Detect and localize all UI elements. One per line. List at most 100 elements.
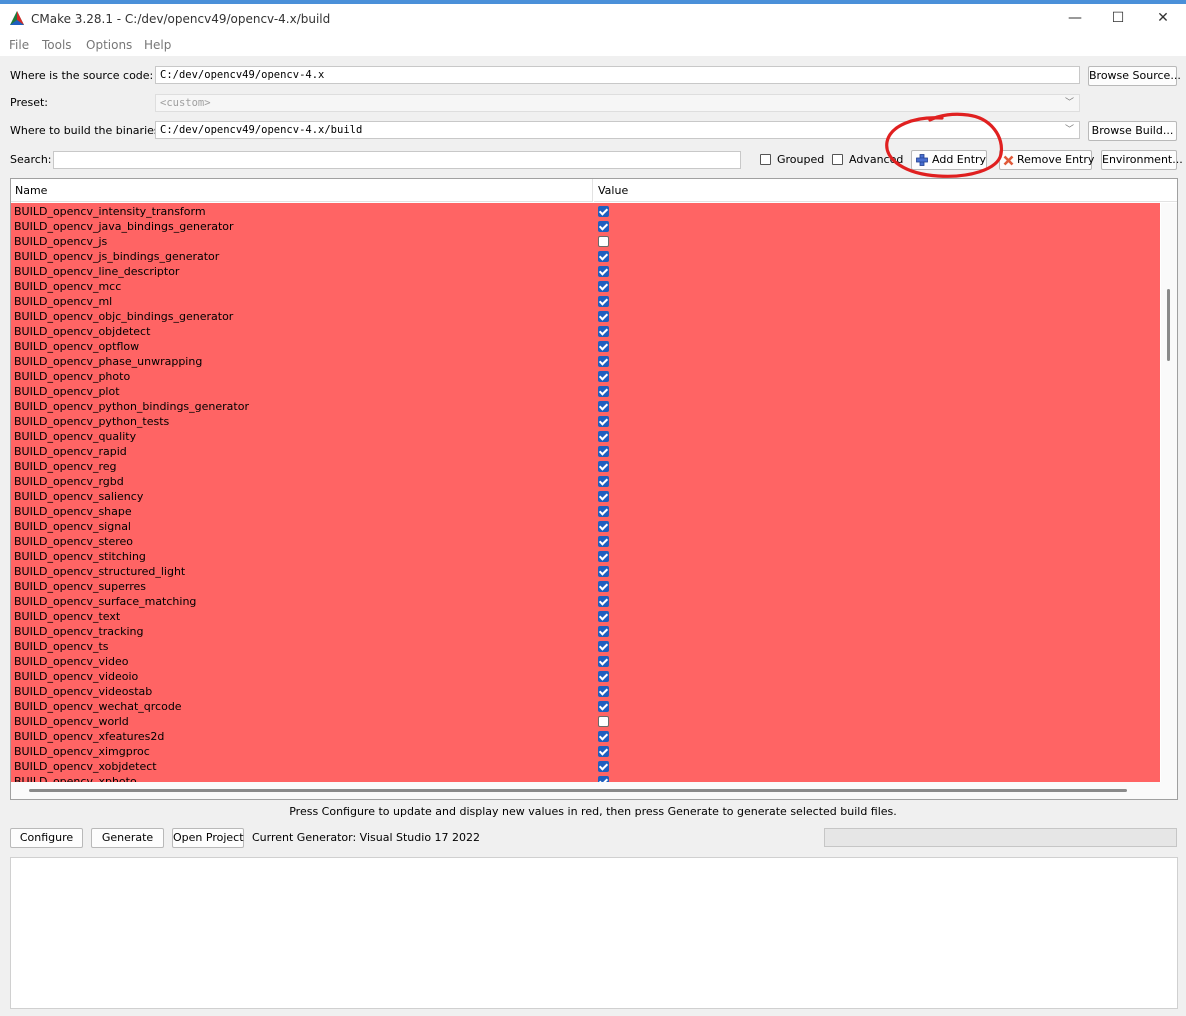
menu-options[interactable]: Options [86,38,132,52]
table-row[interactable]: BUILD_opencv_intensity_transform [11,204,1160,219]
table-row[interactable]: BUILD_opencv_phase_unwrapping [11,354,1160,369]
horizontal-scrollbar[interactable] [11,782,1177,799]
remove-entry-button[interactable]: Remove Entry [999,150,1094,170]
entry-value-checkbox[interactable] [598,536,609,547]
table-row[interactable]: BUILD_opencv_video [11,654,1160,669]
grouped-checkbox[interactable] [760,154,771,165]
entry-value-checkbox[interactable] [598,446,609,457]
vertical-scrollbar[interactable] [1161,203,1177,782]
entry-value-checkbox[interactable] [598,281,609,292]
entry-value-checkbox[interactable] [598,656,609,667]
menu-tools[interactable]: Tools [42,38,72,52]
entry-value-checkbox[interactable] [598,206,609,217]
entry-value-checkbox[interactable] [598,551,609,562]
browse-source-button[interactable]: Browse Source... [1088,66,1181,86]
entry-value-checkbox[interactable] [598,506,609,517]
table-row[interactable]: BUILD_opencv_java_bindings_generator [11,219,1160,234]
table-row[interactable]: BUILD_opencv_superres [11,579,1160,594]
table-row[interactable]: BUILD_opencv_mcc [11,279,1160,294]
table-row[interactable]: BUILD_opencv_photo [11,369,1160,384]
table-row[interactable]: BUILD_opencv_js_bindings_generator [11,249,1160,264]
entry-value-checkbox[interactable] [598,326,609,337]
entry-value-checkbox[interactable] [598,251,609,262]
open-project-button[interactable]: Open Project [172,828,244,848]
table-row[interactable]: BUILD_opencv_objdetect [11,324,1160,339]
table-row[interactable]: BUILD_opencv_python_bindings_generator [11,399,1160,414]
entry-value-checkbox[interactable] [598,341,609,352]
table-row[interactable]: BUILD_opencv_xphoto [11,774,1160,782]
output-log[interactable] [10,857,1178,1009]
entry-value-checkbox[interactable] [598,746,609,757]
entry-value-checkbox[interactable] [598,626,609,637]
horizontal-scroll-thumb[interactable] [29,789,1127,792]
table-row[interactable]: BUILD_opencv_optflow [11,339,1160,354]
table-row[interactable]: BUILD_opencv_xfeatures2d [11,729,1160,744]
advanced-checkbox[interactable] [832,154,843,165]
entry-value-checkbox[interactable] [598,266,609,277]
table-row[interactable]: BUILD_opencv_stereo [11,534,1160,549]
table-row[interactable]: BUILD_opencv_tracking [11,624,1160,639]
entry-value-checkbox[interactable] [598,686,609,697]
menu-help[interactable]: Help [144,38,171,52]
entry-value-checkbox[interactable] [598,716,609,727]
entry-value-checkbox[interactable] [598,386,609,397]
column-header-name[interactable]: Name [11,179,593,202]
minimize-button[interactable]: — [1052,4,1098,32]
table-row[interactable]: BUILD_opencv_objc_bindings_generator [11,309,1160,324]
table-row[interactable]: BUILD_opencv_shape [11,504,1160,519]
entry-value-checkbox[interactable] [598,296,609,307]
browse-build-button[interactable]: Browse Build... [1088,121,1177,141]
entry-value-checkbox[interactable] [598,236,609,247]
entry-value-checkbox[interactable] [598,311,609,322]
table-row[interactable]: BUILD_opencv_structured_light [11,564,1160,579]
configure-button[interactable]: Configure [10,828,83,848]
entry-value-checkbox[interactable] [598,641,609,652]
table-row[interactable]: BUILD_opencv_text [11,609,1160,624]
entry-value-checkbox[interactable] [598,566,609,577]
table-row[interactable]: BUILD_opencv_signal [11,519,1160,534]
table-row[interactable]: BUILD_opencv_ts [11,639,1160,654]
entry-value-checkbox[interactable] [598,461,609,472]
menu-file[interactable]: File [9,38,29,52]
entry-value-checkbox[interactable] [598,221,609,232]
table-row[interactable]: BUILD_opencv_rapid [11,444,1160,459]
table-row[interactable]: BUILD_opencv_videoio [11,669,1160,684]
table-row[interactable]: BUILD_opencv_reg [11,459,1160,474]
add-entry-button[interactable]: Add Entry [911,150,987,170]
table-row[interactable]: BUILD_opencv_quality [11,429,1160,444]
entry-value-checkbox[interactable] [598,671,609,682]
table-row[interactable]: BUILD_opencv_ml [11,294,1160,309]
preset-select[interactable]: <custom> ﹀ [155,94,1080,112]
table-row[interactable]: BUILD_opencv_python_tests [11,414,1160,429]
table-row[interactable]: BUILD_opencv_saliency [11,489,1160,504]
table-row[interactable]: BUILD_opencv_ximgproc [11,744,1160,759]
entry-value-checkbox[interactable] [598,476,609,487]
column-header-value[interactable]: Value [594,179,1177,202]
table-row[interactable]: BUILD_opencv_xobjdetect [11,759,1160,774]
table-row[interactable]: BUILD_opencv_stitching [11,549,1160,564]
entry-value-checkbox[interactable] [598,371,609,382]
title-bar[interactable]: CMake 3.28.1 - C:/dev/opencv49/opencv-4.… [0,4,1186,32]
entry-value-checkbox[interactable] [598,596,609,607]
table-row[interactable]: BUILD_opencv_videostab [11,684,1160,699]
table-row[interactable]: BUILD_opencv_line_descriptor [11,264,1160,279]
environment-button[interactable]: Environment... [1101,150,1183,170]
entry-value-checkbox[interactable] [598,356,609,367]
table-row[interactable]: BUILD_opencv_wechat_qrcode [11,699,1160,714]
entry-value-checkbox[interactable] [598,581,609,592]
entry-value-checkbox[interactable] [598,401,609,412]
table-row[interactable]: BUILD_opencv_world [11,714,1160,729]
table-row[interactable]: BUILD_opencv_plot [11,384,1160,399]
entry-value-checkbox[interactable] [598,761,609,772]
build-path-combobox[interactable]: C:/dev/opencv49/opencv-4.x/build ﹀ [155,121,1080,139]
entry-value-checkbox[interactable] [598,521,609,532]
search-input[interactable] [53,151,741,169]
maximize-button[interactable]: ☐ [1095,4,1141,32]
entry-value-checkbox[interactable] [598,431,609,442]
entry-value-checkbox[interactable] [598,491,609,502]
entry-value-checkbox[interactable] [598,731,609,742]
close-button[interactable]: ✕ [1140,4,1186,32]
table-row[interactable]: BUILD_opencv_js [11,234,1160,249]
vertical-scroll-thumb[interactable] [1167,289,1170,361]
entry-value-checkbox[interactable] [598,611,609,622]
